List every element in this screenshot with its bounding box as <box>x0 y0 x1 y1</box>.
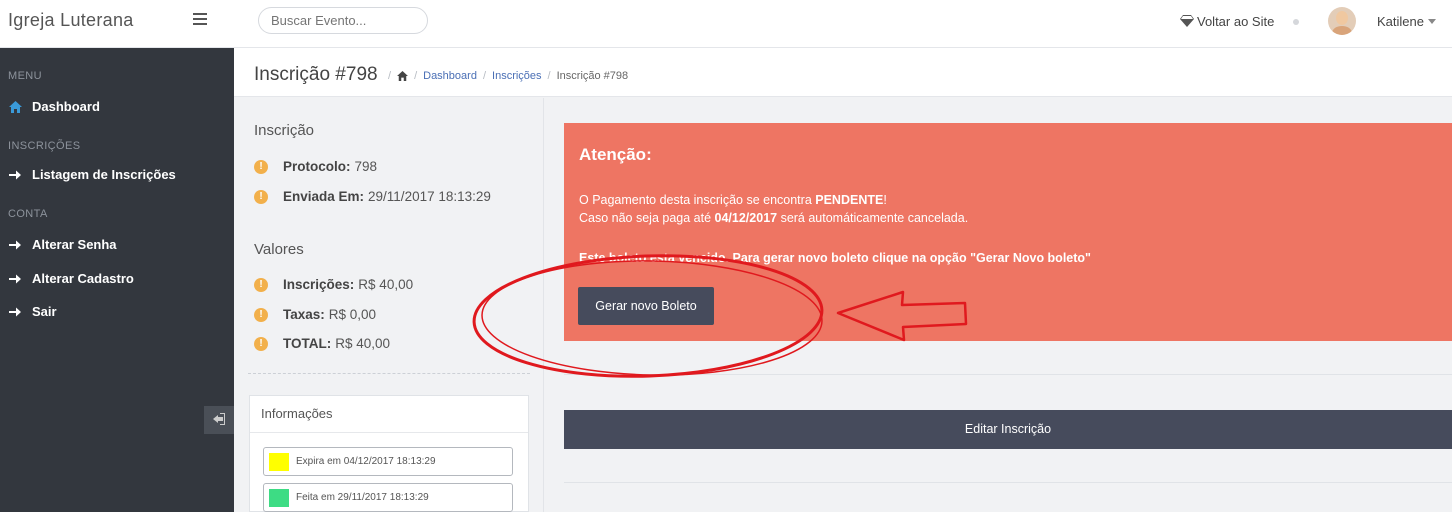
taxas-value: R$ 0,00 <box>328 307 377 322</box>
status-pendente: PENDENTE <box>815 193 884 207</box>
avatar[interactable] <box>1328 7 1356 35</box>
legend-label: Feita em 29/11/2017 18:13:29 <box>296 492 429 503</box>
inscricoes-label: Inscrições: <box>283 277 355 292</box>
caret-down-icon <box>1427 19 1436 24</box>
sidebar-section-inscricoes: INSCRIÇÕES <box>8 140 81 152</box>
sign-out-icon <box>213 413 225 425</box>
total-label: TOTAL: <box>283 336 332 351</box>
protocolo-value: 798 <box>354 159 378 174</box>
protocolo-label: Protocolo: <box>283 159 351 174</box>
search-input[interactable] <box>258 7 428 34</box>
alert-text: O Pagamento desta inscrição se encontra <box>579 193 816 207</box>
legend-feita: Feita em 29/11/2017 18:13:29 <box>263 483 513 512</box>
separator-dot <box>1293 19 1299 25</box>
alert-text: ! <box>883 193 887 207</box>
exclamation-icon: ! <box>254 307 268 322</box>
user-menu[interactable]: Katilene <box>1377 14 1436 29</box>
arrow-right-icon <box>8 305 22 319</box>
exclamation-icon: ! <box>254 189 268 204</box>
divider <box>248 373 530 374</box>
sidebar-item-label: Sair <box>32 304 57 319</box>
sidebar-item-dashboard[interactable]: Dashboard <box>8 99 100 114</box>
alert-text: será automáticamente cancelada. <box>777 211 969 225</box>
breadcrumb-dashboard[interactable]: Dashboard <box>423 70 477 82</box>
alert-title: Atenção: <box>579 145 652 164</box>
sidebar-item-alterar-senha[interactable]: Alterar Senha <box>8 237 117 252</box>
enviada-row: ! Enviada Em: 29/11/2017 18:13:29 <box>254 189 491 204</box>
taxas-label: Taxas: <box>283 307 325 322</box>
sidebar-item-listagem[interactable]: Listagem de Inscrições <box>8 167 176 182</box>
inscricoes-value: R$ 40,00 <box>358 277 414 292</box>
sidebar-item-alterar-cadastro[interactable]: Alterar Cadastro <box>8 271 134 286</box>
arrow-right-icon <box>8 272 22 286</box>
voltar-label: Voltar ao Site <box>1197 14 1275 29</box>
valores-heading: Valores <box>254 241 304 258</box>
sidebar-item-sair[interactable]: Sair <box>8 304 57 319</box>
alert-text: Caso não seja paga até <box>579 211 715 225</box>
exclamation-icon: ! <box>254 277 268 292</box>
sidebar-item-label: Alterar Cadastro <box>32 271 134 286</box>
informacoes-panel: Informações Expira em 04/12/2017 18:13:2… <box>249 395 529 512</box>
exclamation-icon: ! <box>254 336 268 351</box>
page-title: Inscrição #798 <box>254 64 378 85</box>
inscricao-heading: Inscrição <box>254 122 315 139</box>
informacoes-heading: Informações <box>250 396 528 433</box>
breadcrumb-current: Inscrição #798 <box>556 70 629 82</box>
brand-logo[interactable]: Igreja Luterana <box>8 10 134 31</box>
payment-alert: Atenção: O Pagamento desta inscrição se … <box>564 123 1452 341</box>
sidebar-section-conta: CONTA <box>8 208 48 220</box>
total-row: ! TOTAL: R$ 40,00 <box>254 336 390 351</box>
deadline-date: 04/12/2017 <box>714 211 778 225</box>
voltar-ao-site-link[interactable]: Voltar ao Site <box>1180 14 1274 29</box>
top-navbar: Igreja Luterana Voltar ao Site Katilene <box>0 0 1452 48</box>
exclamation-icon: ! <box>254 159 268 174</box>
sidebar: MENU Dashboard INSCRIÇÕES Listagem de In… <box>0 48 234 512</box>
alert-line-deadline: Caso não seja paga até 04/12/2017 será a… <box>579 211 968 225</box>
arrow-right-icon <box>8 168 22 182</box>
diamond-icon <box>1180 15 1194 27</box>
breadcrumb-inscricoes[interactable]: Inscrições <box>492 70 542 82</box>
editar-inscricao-button[interactable]: Editar Inscrição <box>564 410 1452 449</box>
enviada-label: Enviada Em: <box>283 189 365 204</box>
sidebar-item-label: Dashboard <box>32 99 100 114</box>
alert-line-status: O Pagamento desta inscrição se encontra … <box>579 193 887 207</box>
protocolo-row: ! Protocolo: 798 <box>254 159 377 174</box>
alert-line-vencido: Este boleto esta vencido. Para gerar nov… <box>579 251 1091 265</box>
hamburger-menu-icon[interactable] <box>193 13 207 29</box>
home-icon[interactable] <box>397 71 408 81</box>
gerar-novo-boleto-button[interactable]: Gerar novo Boleto <box>578 287 714 325</box>
total-value: R$ 40,00 <box>335 336 391 351</box>
sidebar-item-label: Alterar Senha <box>32 237 117 252</box>
divider <box>564 374 1452 375</box>
collapse-sidebar-button[interactable] <box>204 406 234 434</box>
divider <box>564 482 1452 483</box>
legend-swatch-yellow <box>269 452 289 471</box>
legend-swatch-green <box>269 488 289 507</box>
page-header: Inscrição #798 / / Dashboard / Inscriçõe… <box>234 48 1452 97</box>
enviada-value: 29/11/2017 18:13:29 <box>368 189 491 204</box>
arrow-right-icon <box>8 238 22 252</box>
home-icon <box>8 100 22 114</box>
taxas-row: ! Taxas: R$ 0,00 <box>254 307 376 322</box>
sidebar-item-label: Listagem de Inscrições <box>32 167 176 182</box>
breadcrumb: / / Dashboard / Inscrições / Inscrição #… <box>388 70 629 82</box>
legend-label: Expira em 04/12/2017 18:13:29 <box>296 456 436 467</box>
inscricoes-row: ! Inscrições: R$ 40,00 <box>254 277 413 292</box>
legend-expira: Expira em 04/12/2017 18:13:29 <box>263 447 513 476</box>
sidebar-section-menu: MENU <box>8 70 42 82</box>
user-name: Katilene <box>1377 14 1424 29</box>
